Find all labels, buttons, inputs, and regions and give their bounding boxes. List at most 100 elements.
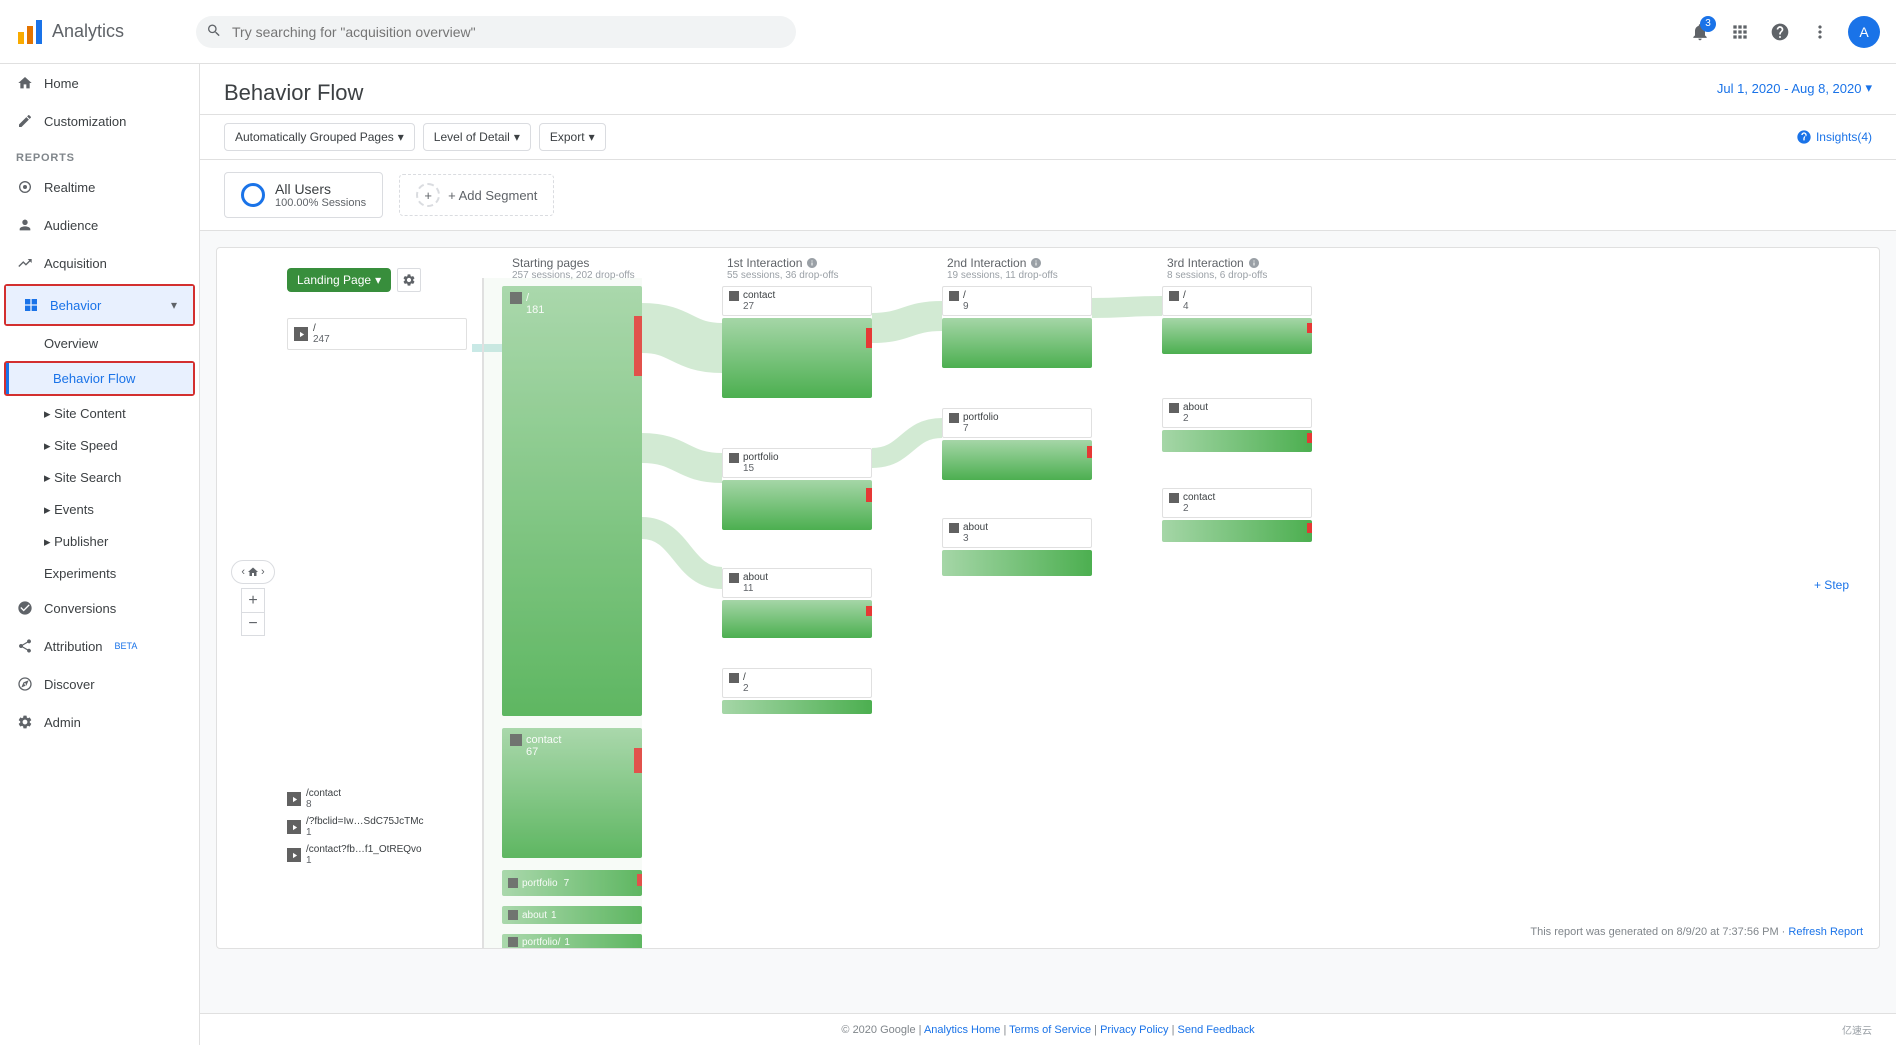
sidebar-item-experiments[interactable]: Experiments xyxy=(0,558,199,589)
node-icon-contact xyxy=(287,792,301,806)
int2-portfolio-bar xyxy=(942,440,1092,480)
int2-portfolio-label-row: portfolio xyxy=(949,412,1085,423)
insights-btn[interactable]: Insights(4) xyxy=(1796,129,1872,145)
landing-node-root[interactable]: / 247 xyxy=(287,318,467,350)
notification-icon[interactable]: 3 xyxy=(1688,20,1712,44)
int2-about-path: about xyxy=(963,522,988,533)
int3-about-box[interactable]: about 2 xyxy=(1162,398,1312,428)
zoom-in-btn[interactable]: + xyxy=(241,588,265,612)
node-path-fbclid: /?fbclid=Iw…SdC75JcTMc xyxy=(306,816,424,827)
level-detail-btn[interactable]: Level of Detail ▾ xyxy=(423,123,531,151)
sidebar-item-attribution[interactable]: Attribution BETA xyxy=(0,627,199,665)
node-label-root: / 247 xyxy=(313,323,330,345)
landing-page-label: Landing Page xyxy=(297,273,371,287)
starting-block-portfolioslash-bar[interactable]: portfolio/ 1 xyxy=(502,934,642,949)
refresh-report-link[interactable]: Refresh Report xyxy=(1788,926,1863,938)
landing-page-btn[interactable]: Landing Page ▾ xyxy=(287,268,391,292)
int3-root-dropoff xyxy=(1307,323,1312,333)
sidebar-item-discover[interactable]: Discover xyxy=(0,665,199,703)
sidebar-label-site-content-text: Site Content xyxy=(54,406,126,421)
landing-node-contactfb[interactable]: /contact?fb…f1_OtREQvo 1 xyxy=(287,844,487,866)
int2-root-box[interactable]: / 9 xyxy=(942,286,1092,316)
sidebar-label-admin: Admin xyxy=(44,715,81,730)
starting-block-root-bar[interactable]: / 181 xyxy=(502,286,642,716)
sidebar-item-behavior[interactable]: Behavior ▾ xyxy=(6,286,193,324)
int3-contact-box[interactable]: contact 2 xyxy=(1162,488,1312,518)
int1-about-path: about xyxy=(743,572,768,583)
sidebar-item-overview[interactable]: Overview xyxy=(0,328,199,359)
sidebar-item-home[interactable]: Home xyxy=(0,64,199,102)
sidebar-item-admin[interactable]: Admin xyxy=(0,703,199,741)
int1-contact-count: 27 xyxy=(743,301,865,312)
nav-left: ‹ xyxy=(241,566,245,578)
page-title: Behavior Flow xyxy=(224,80,363,106)
footer-tos[interactable]: Terms of Service xyxy=(1009,1024,1091,1036)
landing-node-contact[interactable]: /contact 8 xyxy=(287,788,487,810)
all-users-segment[interactable]: All Users 100.00% Sessions xyxy=(224,172,383,218)
landing-node-fbclid[interactable]: /?fbclid=Iw…SdC75JcTMc 1 xyxy=(287,816,487,838)
footer-feedback[interactable]: Send Feedback xyxy=(1178,1024,1255,1036)
sidebar-item-site-search[interactable]: ▸ Site Search xyxy=(0,462,199,494)
footer-privacy[interactable]: Privacy Policy xyxy=(1100,1024,1168,1036)
starting-block-contact-bar[interactable]: contact 67 xyxy=(502,728,642,858)
int1-contact-bar xyxy=(722,318,872,398)
int2-portfolio-path: portfolio xyxy=(963,412,999,423)
sidebar-label-customization: Customization xyxy=(44,114,126,129)
sidebar-label-site-speed-text: Site Speed xyxy=(54,438,118,453)
date-range-picker[interactable]: Jul 1, 2020 - Aug 8, 2020 ▾ xyxy=(1717,80,1872,96)
help-icon[interactable] xyxy=(1768,20,1792,44)
sidebar-item-audience[interactable]: Audience xyxy=(0,206,199,244)
footer-center: © 2020 Google | Analytics Home | Terms o… xyxy=(424,1024,1672,1036)
more-icon[interactable] xyxy=(1808,20,1832,44)
int3-label: 3rd Interaction xyxy=(1167,256,1244,270)
add-segment-btn[interactable]: + + Add Segment xyxy=(399,174,554,216)
int2-header-row: 2nd Interaction xyxy=(947,256,1058,270)
int1-header-row: 1st Interaction xyxy=(727,256,839,270)
int3-root-box[interactable]: / 4 xyxy=(1162,286,1312,316)
node-count-fbclid: 1 xyxy=(306,827,424,838)
node-path-contact: /contact xyxy=(306,788,341,799)
drop-off-contact xyxy=(634,748,642,773)
starting-block-about-bar[interactable]: about 1 xyxy=(502,906,642,924)
sidebar-item-publisher[interactable]: ▸ Publisher xyxy=(0,526,199,558)
int1-root-label-row: / xyxy=(729,672,865,683)
int1-root-bar xyxy=(722,700,872,714)
plus-step-btn[interactable]: + Step xyxy=(1814,578,1849,592)
apps-icon[interactable] xyxy=(1728,20,1752,44)
search-input[interactable] xyxy=(196,16,796,48)
starting-block-portfolio-bar[interactable]: portfolio 7 xyxy=(502,870,642,896)
int1-contact-icon xyxy=(729,291,739,301)
node-icon-fbclid xyxy=(287,820,301,834)
int1-about-box[interactable]: about 11 xyxy=(722,568,872,598)
sidebar-item-conversions[interactable]: Conversions xyxy=(0,589,199,627)
discover-icon xyxy=(16,675,34,693)
flow-settings-btn[interactable] xyxy=(397,268,421,292)
sidebar-item-acquisition[interactable]: Acquisition xyxy=(0,244,199,282)
int1-root-box[interactable]: / 2 xyxy=(722,668,872,698)
sidebar-reports-header: REPORTS xyxy=(0,140,199,168)
segment-bar: All Users 100.00% Sessions + + Add Segme… xyxy=(200,160,1896,231)
footer-analytics-home[interactable]: Analytics Home xyxy=(924,1024,1000,1036)
sidebar-label-events-text: Events xyxy=(54,502,94,517)
grouped-pages-btn[interactable]: Automatically Grouped Pages ▾ xyxy=(224,123,415,151)
int3-root-label-row: / xyxy=(1169,290,1305,301)
sidebar-item-events[interactable]: ▸ Events xyxy=(0,494,199,526)
sidebar-item-site-speed[interactable]: ▸ Site Speed xyxy=(0,430,199,462)
sidebar-item-site-content[interactable]: ▸ Site Content xyxy=(0,398,199,430)
home-icon xyxy=(16,74,34,92)
avatar[interactable]: A xyxy=(1848,16,1880,48)
int2-root-count: 9 xyxy=(963,301,1085,312)
nav-arrows-btn[interactable]: ‹ › xyxy=(231,560,275,584)
int1-portfolio-box[interactable]: portfolio 15 xyxy=(722,448,872,478)
sidebar-item-realtime[interactable]: Realtime xyxy=(0,168,199,206)
sidebar-item-customization[interactable]: Customization xyxy=(0,102,199,140)
int1-portfolio-icon xyxy=(729,453,739,463)
zoom-out-btn[interactable]: − xyxy=(241,612,265,636)
drop-off-root xyxy=(634,316,642,376)
int1-portfolio-label-row: portfolio xyxy=(729,452,865,463)
int2-portfolio-box[interactable]: portfolio 7 xyxy=(942,408,1092,438)
export-btn[interactable]: Export ▾ xyxy=(539,123,606,151)
sidebar-item-behavior-flow[interactable]: Behavior Flow xyxy=(6,363,193,394)
int2-about-box[interactable]: about 3 xyxy=(942,518,1092,548)
int1-contact-box[interactable]: contact 27 xyxy=(722,286,872,316)
